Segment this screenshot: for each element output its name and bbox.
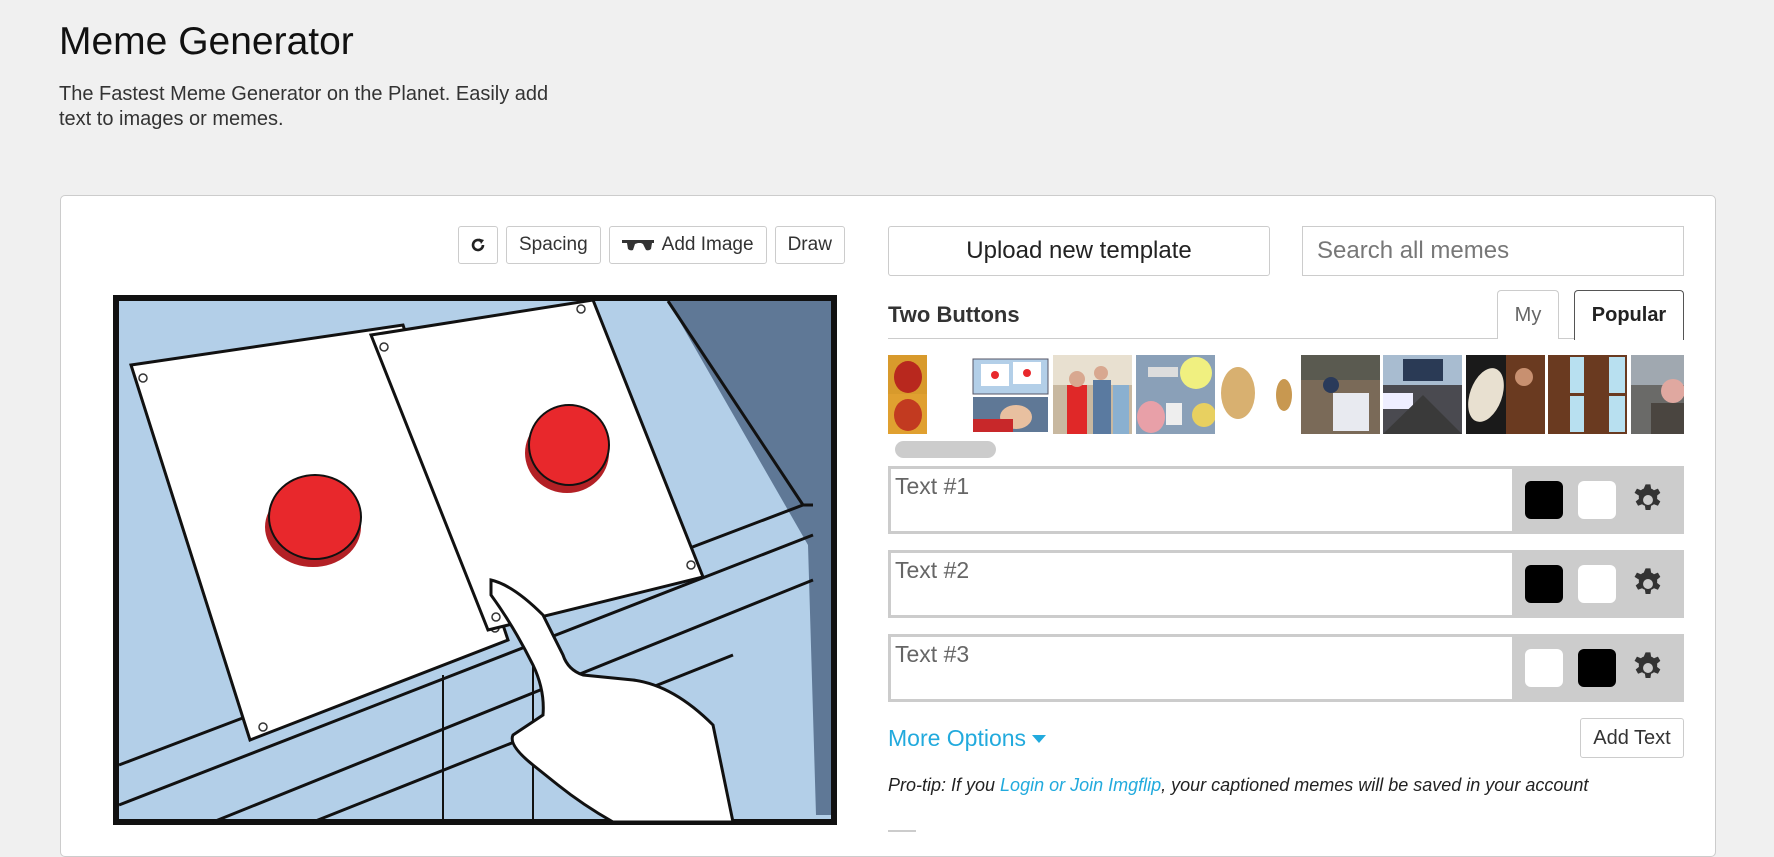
tabs-divider: [888, 338, 1684, 339]
text-box-row-3: [888, 634, 1684, 702]
text-color-swatch-3[interactable]: [1525, 649, 1563, 687]
meme-image-two-buttons[interactable]: [113, 295, 837, 825]
add-text-button[interactable]: Add Text: [1580, 718, 1684, 758]
text-box-row-1: [888, 466, 1684, 534]
thumbnail-uno-draw-25[interactable]: [1466, 355, 1545, 434]
protip-prefix: Pro-tip: If you: [888, 775, 1001, 795]
thumbnail-distracted-boyfriend[interactable]: [1053, 355, 1132, 434]
rotate-clockwise-icon: [471, 238, 485, 252]
tab-my[interactable]: My: [1497, 290, 1559, 339]
thumbnail-buff-doge-vs-cheems[interactable]: [1218, 355, 1297, 434]
protip-text: Pro-tip: If you Login or Join Imgflip, y…: [888, 775, 1588, 796]
login-join-link[interactable]: Login or Join Imgflip: [1000, 775, 1161, 795]
meme-left-red-button: [268, 474, 362, 560]
thumbnail-running-away-balloon[interactable]: [1136, 355, 1215, 434]
page-subtitle: The Fastest Meme Generator on the Planet…: [59, 83, 549, 130]
page-title: Meme Generator: [59, 20, 354, 63]
text-box-1-input[interactable]: [891, 469, 1512, 531]
thumbnail-bernie[interactable]: [1631, 355, 1684, 434]
text-box-3-input[interactable]: [891, 637, 1512, 699]
outline-color-swatch-2[interactable]: [1578, 565, 1616, 603]
thumbnail-left-exit-12-off-ramp[interactable]: [1383, 355, 1462, 434]
spacing-button[interactable]: Spacing: [506, 226, 601, 264]
draw-label: Draw: [787, 234, 832, 255]
template-name: Two Buttons: [888, 302, 1020, 327]
meme-right-red-button: [528, 404, 610, 486]
outline-color-swatch-3[interactable]: [1578, 649, 1616, 687]
more-options-toggle[interactable]: More Options: [888, 725, 1047, 752]
thumbnail-change-my-mind[interactable]: [1301, 355, 1380, 434]
image-toolbar: Spacing Add Image Draw: [458, 226, 845, 264]
search-memes-input[interactable]: [1302, 226, 1684, 276]
sunglasses-icon: [621, 240, 654, 251]
tab-popular[interactable]: Popular: [1574, 290, 1684, 340]
text-color-swatch-2[interactable]: [1525, 565, 1563, 603]
outline-color-swatch-1[interactable]: [1578, 481, 1616, 519]
thumbnail-drake[interactable]: [888, 355, 927, 434]
thumbnail-scrollbar[interactable]: [895, 441, 996, 458]
rotate-button[interactable]: [458, 226, 498, 264]
add-image-button[interactable]: Add Image: [608, 226, 767, 264]
spacing-label: Spacing: [519, 234, 588, 255]
thumbnail-photo-grid[interactable]: [1548, 355, 1627, 434]
gear-icon[interactable]: [1631, 651, 1665, 685]
draw-button[interactable]: Draw: [774, 226, 845, 264]
template-thumbnail-strip[interactable]: [888, 355, 1684, 434]
gear-icon[interactable]: [1631, 567, 1665, 601]
text-color-swatch-1[interactable]: [1525, 481, 1563, 519]
gear-icon[interactable]: [1631, 483, 1665, 517]
caret-down-icon: [1032, 734, 1047, 743]
add-image-label: Add Image: [661, 234, 754, 255]
text-box-2-input[interactable]: [891, 553, 1512, 615]
more-options-label: More Options: [888, 725, 1027, 751]
thumbnail-two-buttons[interactable]: [971, 355, 1050, 434]
protip-suffix: , your captioned memes will be saved in …: [1161, 775, 1589, 795]
upload-template-button[interactable]: Upload new template: [888, 226, 1270, 276]
text-box-row-2: [888, 550, 1684, 618]
